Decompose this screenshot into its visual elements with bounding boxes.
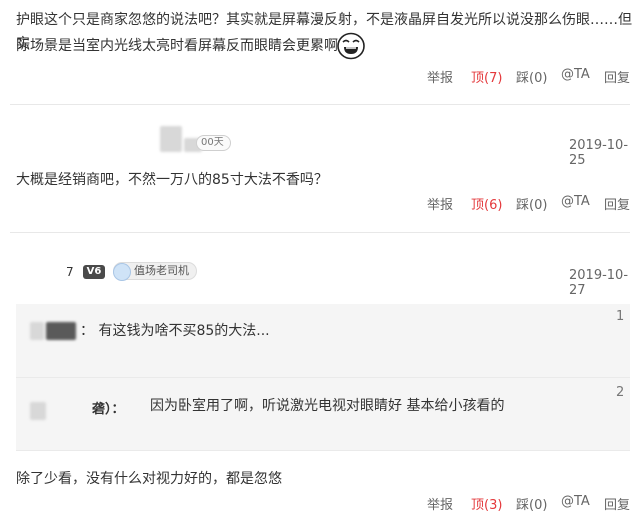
downvote-button[interactable]: 踩(0) [516, 194, 547, 213]
comment-date: 2019-10-27 [569, 268, 629, 298]
quote-username-obscured [46, 322, 76, 340]
member-days-tag: 00天 [196, 135, 231, 151]
laughing-emoticon-icon [336, 32, 366, 60]
mention-button[interactable]: @TA [561, 67, 590, 82]
mention-button[interactable]: @TA [561, 194, 590, 209]
quote-author: 砻）： [92, 402, 125, 417]
reply-button[interactable]: 回复 [604, 194, 630, 213]
mention-button[interactable]: @TA [561, 494, 590, 509]
quote-avatar [30, 322, 44, 340]
reply-button[interactable]: 回复 [604, 494, 630, 513]
comment-divider [10, 104, 630, 105]
quote-avatar [30, 402, 46, 420]
username-suffix[interactable]: 7 [66, 265, 74, 279]
downvote-button[interactable]: 踩(0) [516, 67, 547, 86]
quote-text: ： 有这钱为啥不买85的大法... [80, 323, 270, 339]
title-icon [113, 263, 131, 281]
upvote-button[interactable]: 顶(6) [471, 194, 502, 213]
quote-floor-number: 1 [616, 309, 625, 324]
quote-text: 因为卧室用了啊，听说激光电视对眼睛好 基本给小孩看的 [150, 398, 505, 414]
reply-button[interactable]: 回复 [604, 67, 630, 86]
report-button[interactable]: 举报 [427, 494, 453, 513]
upvote-button[interactable]: 顶(7) [471, 67, 502, 86]
downvote-button[interactable]: 踩(0) [516, 494, 547, 513]
quoted-reply: 砻）： 因为卧室用了啊，听说激光电视对眼睛好 基本给小孩看的 2 [16, 378, 630, 451]
comment-2-text: 大概是经销商吧，不然一万八的85寸大法不香吗？ [16, 172, 328, 188]
comment-1-text-line2: 际场景是当室内光线太亮时看屏幕反而眼睛会更累啊 [16, 38, 338, 54]
level-badge: V6 [83, 265, 105, 279]
user-title-tag: 值场老司机 [113, 262, 197, 281]
quote-floor-number: 2 [616, 385, 625, 400]
report-button[interactable]: 举报 [427, 194, 453, 213]
upvote-button[interactable]: 顶(3) [471, 494, 502, 513]
comment-3-text: 除了少看，没有什么对视力好的，都是忽悠 [16, 471, 282, 487]
comment-date: 2019-10-25 [569, 138, 629, 168]
comment-divider [10, 232, 630, 233]
avatar[interactable] [160, 126, 182, 152]
quoted-reply: ： 有这钱为啥不买85的大法... 1 [16, 304, 630, 378]
report-button[interactable]: 举报 [427, 67, 453, 86]
